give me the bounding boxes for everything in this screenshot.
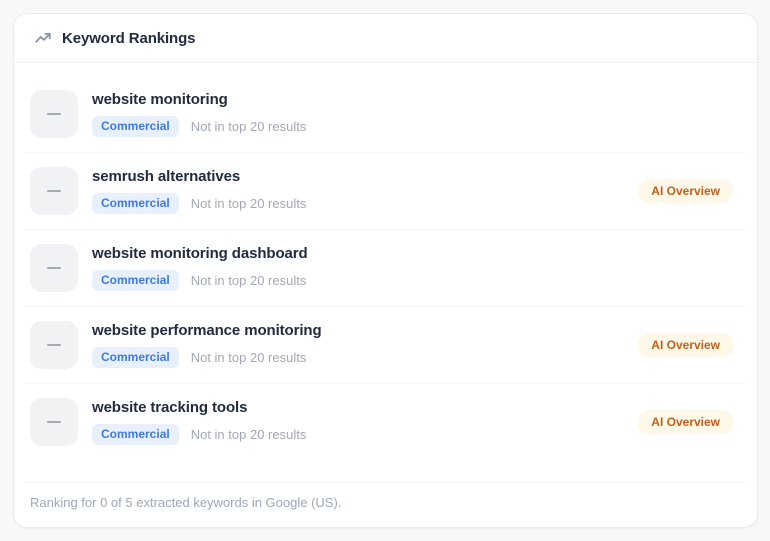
rank-placeholder xyxy=(30,244,78,292)
keyword-row[interactable]: website performance monitoring Commercia… xyxy=(26,307,745,384)
intent-badge: Commercial xyxy=(92,270,179,291)
intent-badge: Commercial xyxy=(92,424,179,445)
keyword-title: semrush alternatives xyxy=(92,168,241,185)
keyword-info: website tracking tools Commercial Not in… xyxy=(92,399,306,445)
keyword-title: website tracking tools xyxy=(92,399,248,416)
ai-overview-badge: AI Overview xyxy=(638,179,733,203)
ai-overview-badge: AI Overview xyxy=(638,333,733,357)
ranking-status: Not in top 20 results xyxy=(190,273,307,288)
card-header: Keyword Rankings xyxy=(14,14,757,63)
rank-placeholder xyxy=(30,167,78,215)
keyword-meta: Commercial Not in top 20 results xyxy=(92,347,322,368)
keyword-info: website monitoring Commercial Not in top… xyxy=(92,91,306,137)
dash-icon xyxy=(47,113,61,115)
card-footer: Ranking for 0 of 5 extracted keywords in… xyxy=(26,482,745,527)
keyword-meta: Commercial Not in top 20 results xyxy=(92,424,306,445)
keyword-title: website monitoring xyxy=(92,91,228,108)
keyword-row[interactable]: semrush alternatives Commercial Not in t… xyxy=(26,153,745,230)
dash-icon xyxy=(47,190,61,192)
keyword-meta: Commercial Not in top 20 results xyxy=(92,116,306,137)
keyword-meta: Commercial Not in top 20 results xyxy=(92,193,306,214)
keyword-list: website monitoring Commercial Not in top… xyxy=(14,63,757,482)
ranking-status: Not in top 20 results xyxy=(190,196,307,211)
trending-up-icon xyxy=(34,29,52,47)
dash-icon xyxy=(47,421,61,423)
page-background: Keyword Rankings website monitoring Comm… xyxy=(0,0,770,541)
dash-icon xyxy=(47,267,61,269)
rank-placeholder xyxy=(30,90,78,138)
keyword-info: website monitoring dashboard Commercial … xyxy=(92,245,308,291)
keyword-row[interactable]: website monitoring Commercial Not in top… xyxy=(26,76,745,153)
rank-placeholder xyxy=(30,398,78,446)
ranking-status: Not in top 20 results xyxy=(190,119,307,134)
intent-badge: Commercial xyxy=(92,193,179,214)
card-title: Keyword Rankings xyxy=(62,29,196,47)
intent-badge: Commercial xyxy=(92,116,179,137)
ranking-status: Not in top 20 results xyxy=(190,350,307,365)
keyword-info: semrush alternatives Commercial Not in t… xyxy=(92,168,306,214)
keyword-row[interactable]: website tracking tools Commercial Not in… xyxy=(26,384,745,460)
footer-summary: Ranking for 0 of 5 extracted keywords in… xyxy=(30,495,342,510)
ranking-status: Not in top 20 results xyxy=(190,427,307,442)
rank-placeholder xyxy=(30,321,78,369)
keyword-title: website monitoring dashboard xyxy=(92,245,308,262)
intent-badge: Commercial xyxy=(92,347,179,368)
keyword-row[interactable]: website monitoring dashboard Commercial … xyxy=(26,230,745,307)
ai-overview-badge: AI Overview xyxy=(638,410,733,434)
dash-icon xyxy=(47,344,61,346)
keyword-title: website performance monitoring xyxy=(92,322,322,339)
keyword-meta: Commercial Not in top 20 results xyxy=(92,270,308,291)
keyword-rankings-card: Keyword Rankings website monitoring Comm… xyxy=(13,13,758,528)
keyword-info: website performance monitoring Commercia… xyxy=(92,322,322,368)
